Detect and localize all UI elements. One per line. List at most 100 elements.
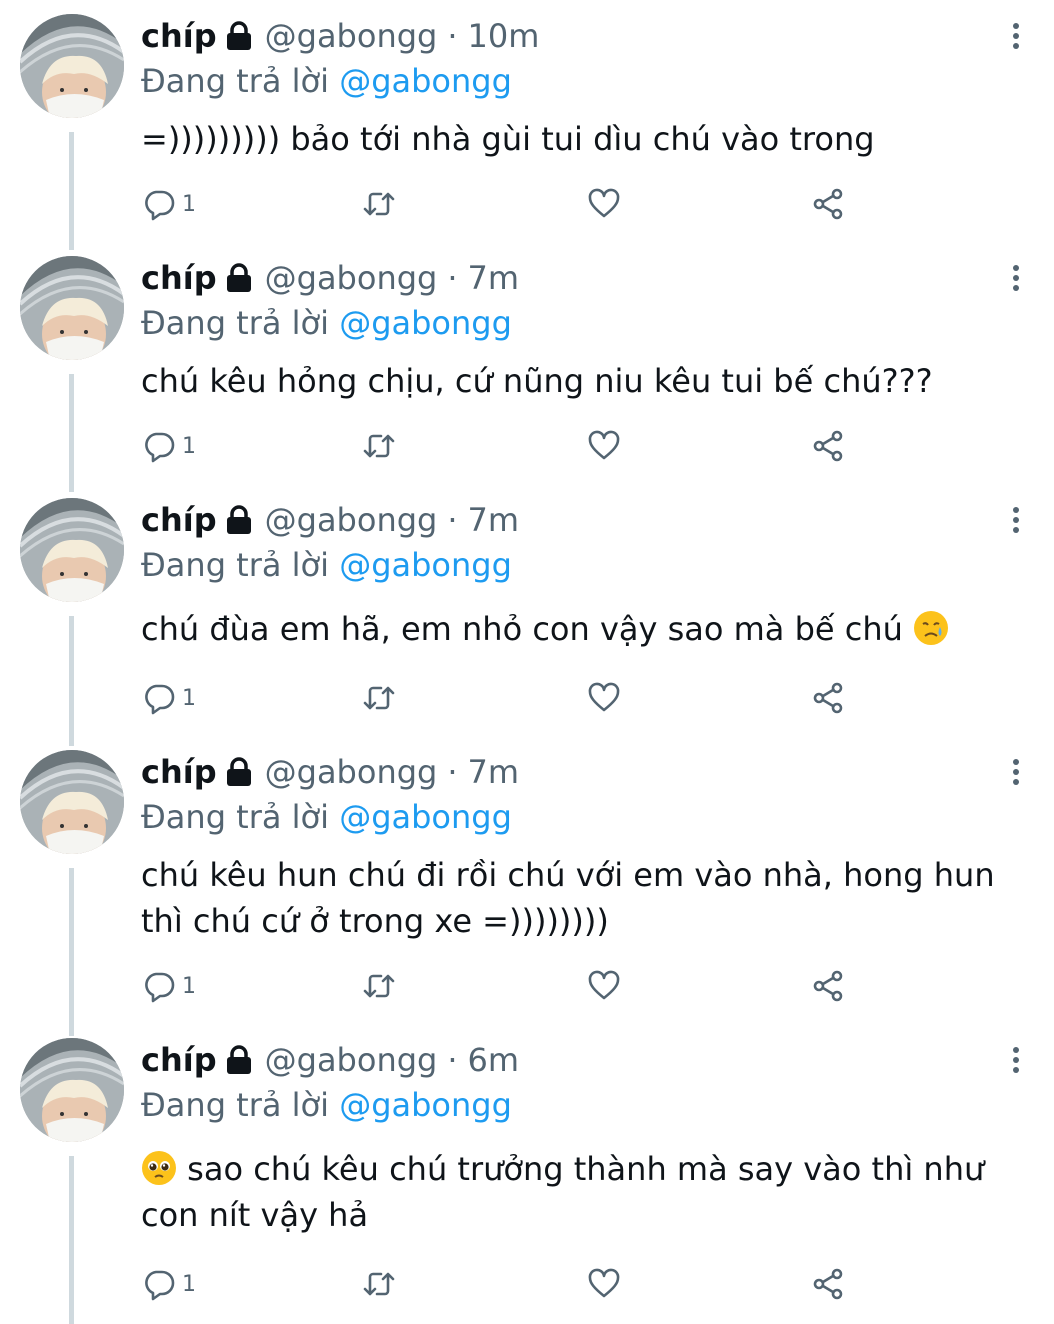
- retweet-button[interactable]: [362, 1264, 396, 1304]
- user-handle[interactable]: @gabongg: [265, 501, 438, 539]
- reply-count: 1: [182, 191, 196, 217]
- action-bar: 1: [0, 678, 1054, 718]
- share-button[interactable]: [811, 426, 845, 466]
- share-button[interactable]: [811, 1264, 845, 1304]
- display-name[interactable]: chíp: [141, 753, 217, 791]
- tweet-text: sao chú kêu chú trưởng thành mà say vào …: [141, 1146, 1031, 1238]
- timestamp[interactable]: 7m: [468, 753, 520, 791]
- share-button[interactable]: [811, 678, 845, 718]
- mention-link[interactable]: @gabongg: [339, 798, 512, 836]
- reply-button[interactable]: 1: [142, 426, 196, 466]
- avatar[interactable]: [20, 256, 124, 360]
- like-icon: [588, 430, 620, 460]
- more-icon[interactable]: [1004, 258, 1028, 298]
- reply-count: 1: [182, 433, 196, 459]
- avatar[interactable]: [20, 14, 124, 118]
- reply-count: 1: [182, 1271, 196, 1297]
- reply-thread: chíp @gabongg · 10m Đang trả lời @gabong…: [0, 0, 1054, 1324]
- reply-icon: [145, 972, 175, 1003]
- user-handle[interactable]: @gabongg: [265, 259, 438, 297]
- reply-icon: [145, 684, 175, 715]
- display-name[interactable]: chíp: [141, 17, 217, 55]
- replying-label: Đang trả lời: [141, 1086, 330, 1124]
- display-name[interactable]: chíp: [141, 1041, 217, 1079]
- tweet[interactable]: chíp @gabongg · 6m Đang trả lời @gabongg…: [0, 1024, 1054, 1324]
- display-name[interactable]: chíp: [141, 501, 217, 539]
- user-handle[interactable]: @gabongg: [265, 753, 438, 791]
- more-icon[interactable]: [1004, 16, 1028, 56]
- replying-label: Đang trả lời: [141, 304, 330, 342]
- reply-icon: [145, 432, 175, 463]
- more-icon[interactable]: [1004, 1040, 1028, 1080]
- tweet[interactable]: chíp @gabongg · 7m Đang trả lời @gabongg…: [0, 736, 1054, 1036]
- retweet-button[interactable]: [362, 966, 396, 1006]
- tweet[interactable]: chíp @gabongg · 10m Đang trả lời @gabong…: [0, 0, 1054, 250]
- crying-face-emoji: [913, 610, 949, 646]
- tweet-text-content: =))))))))) bảo tới nhà gùi tui dìu chú v…: [141, 120, 875, 158]
- tweet[interactable]: chíp @gabongg · 7m Đang trả lời @gabongg…: [0, 242, 1054, 492]
- retweet-button[interactable]: [362, 184, 396, 224]
- tweet-text: chú kêu hỏng chịu, cứ nũng niu kêu tui b…: [141, 358, 1031, 404]
- more-icon[interactable]: [1004, 500, 1028, 540]
- timestamp[interactable]: 7m: [468, 501, 520, 539]
- reply-button[interactable]: 1: [142, 1264, 196, 1304]
- retweet-button[interactable]: [362, 678, 396, 718]
- avatar[interactable]: [20, 750, 124, 854]
- retweet-icon: [363, 1272, 395, 1296]
- retweet-icon: [363, 686, 395, 710]
- tweet-header: chíp @gabongg · 7m: [141, 256, 519, 300]
- retweet-icon: [363, 192, 395, 216]
- tweet-header: chíp @gabongg · 7m: [141, 498, 519, 542]
- like-button[interactable]: [587, 1264, 621, 1304]
- reply-icon: [145, 190, 175, 221]
- lock-icon: [225, 757, 253, 787]
- avatar[interactable]: [20, 498, 124, 602]
- separator: ·: [447, 17, 458, 55]
- mention-link[interactable]: @gabongg: [339, 1086, 512, 1124]
- timestamp[interactable]: 7m: [468, 259, 520, 297]
- replying-label: Đang trả lời: [141, 62, 330, 100]
- avatar[interactable]: [20, 1038, 124, 1142]
- display-name[interactable]: chíp: [141, 259, 217, 297]
- share-icon: [813, 970, 843, 1002]
- tweet-text-content: sao chú kêu chú trưởng thành mà say vào …: [141, 1150, 985, 1234]
- lock-icon: [225, 505, 253, 535]
- like-button[interactable]: [587, 184, 621, 224]
- pleading-face-emoji: [141, 1150, 177, 1186]
- mention-link[interactable]: @gabongg: [339, 304, 512, 342]
- share-button[interactable]: [811, 184, 845, 224]
- lock-icon: [225, 1045, 253, 1075]
- mention-link[interactable]: @gabongg: [339, 546, 512, 584]
- tweet-text: chú kêu hun chú đi rồi chú với em vào nh…: [141, 852, 1031, 944]
- replying-to: Đang trả lời @gabongg: [141, 304, 512, 342]
- share-icon: [813, 188, 843, 220]
- timestamp[interactable]: 10m: [468, 17, 540, 55]
- timestamp[interactable]: 6m: [468, 1041, 520, 1079]
- tweet[interactable]: chíp @gabongg · 7m Đang trả lời @gabongg…: [0, 484, 1054, 746]
- share-button[interactable]: [811, 966, 845, 1006]
- separator: ·: [447, 259, 458, 297]
- lock-icon: [225, 21, 253, 51]
- like-button[interactable]: [587, 426, 621, 466]
- replying-label: Đang trả lời: [141, 798, 330, 836]
- reply-button[interactable]: 1: [142, 184, 196, 224]
- reply-count: 1: [182, 973, 196, 999]
- more-icon[interactable]: [1004, 752, 1028, 792]
- mention-link[interactable]: @gabongg: [339, 62, 512, 100]
- tweet-text-content: chú đùa em hã, em nhỏ con vậy sao mà bế …: [141, 610, 914, 648]
- user-handle[interactable]: @gabongg: [265, 17, 438, 55]
- like-button[interactable]: [587, 966, 621, 1006]
- reply-button[interactable]: 1: [142, 966, 196, 1006]
- like-button[interactable]: [587, 678, 621, 718]
- action-bar: 1: [0, 426, 1054, 466]
- thread-line: [69, 868, 74, 1036]
- retweet-icon: [363, 434, 395, 458]
- tweet-text-content: chú kêu hỏng chịu, cứ nũng niu kêu tui b…: [141, 362, 933, 400]
- tweet-text: chú đùa em hã, em nhỏ con vậy sao mà bế …: [141, 606, 1031, 652]
- like-icon: [588, 1268, 620, 1298]
- reply-button[interactable]: 1: [142, 678, 196, 718]
- like-icon: [588, 682, 620, 712]
- retweet-button[interactable]: [362, 426, 396, 466]
- user-handle[interactable]: @gabongg: [265, 1041, 438, 1079]
- tweet-text-content: chú kêu hun chú đi rồi chú với em vào nh…: [141, 856, 995, 940]
